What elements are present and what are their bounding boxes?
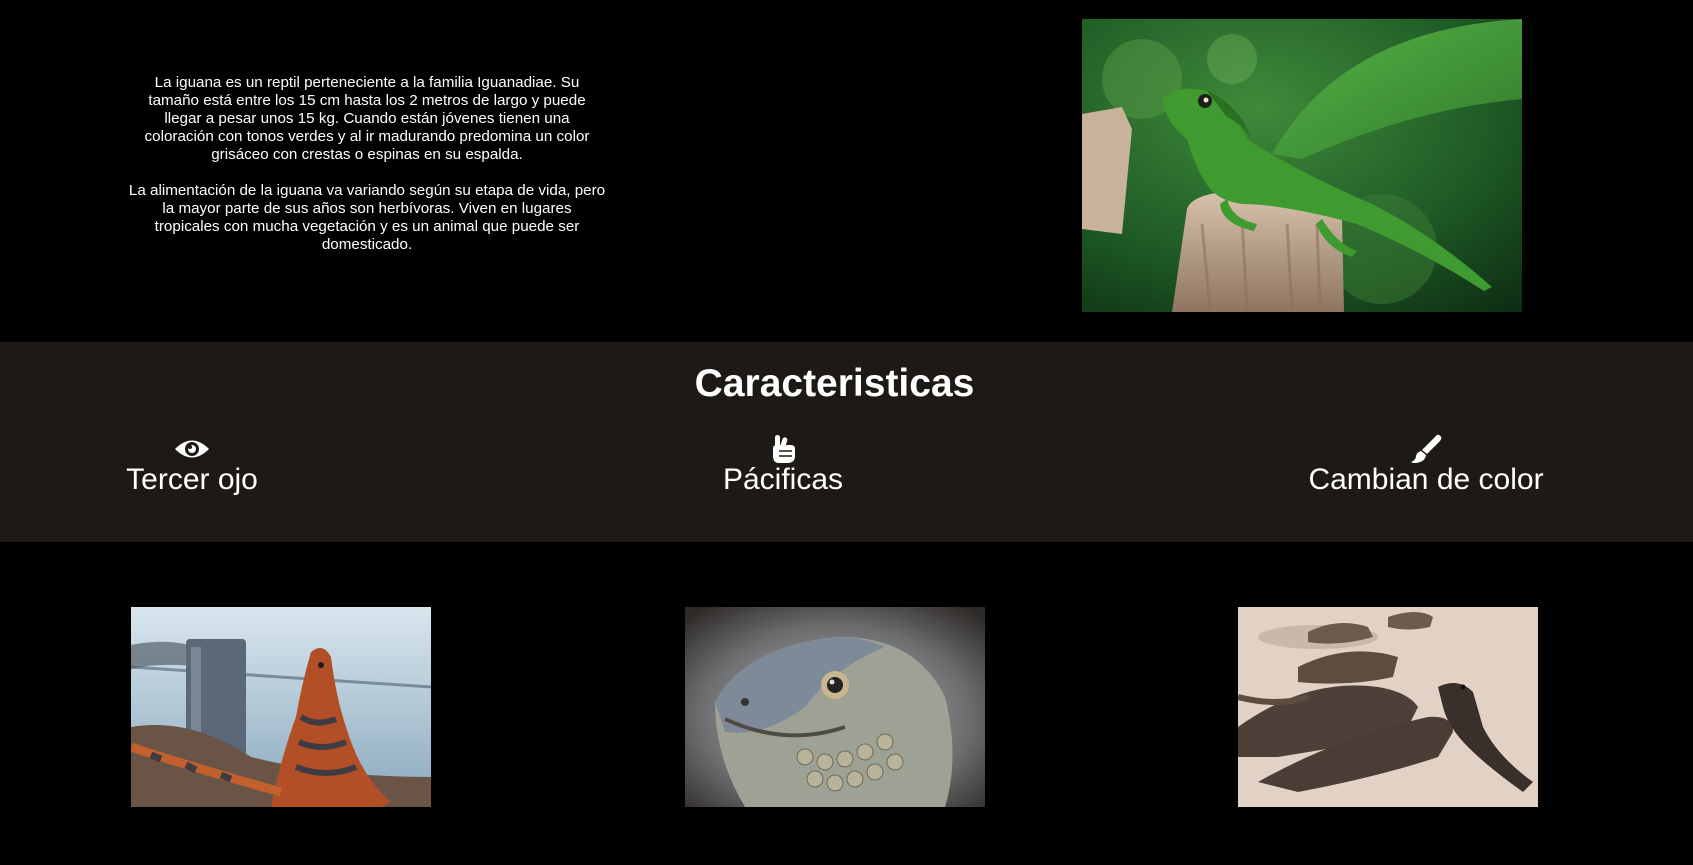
gray-iguana-closeup-photo — [685, 607, 985, 807]
features-section: Caracteristicas Tercer ojo Pácificas Cam… — [0, 342, 1693, 542]
intro-paragraph-2: La alimentación de la iguana va variando… — [128, 182, 606, 253]
eye-icon — [174, 434, 210, 464]
feature-third-eye: Tercer ojo — [125, 434, 259, 498]
feature-label: Tercer ojo — [126, 463, 258, 496]
feature-label: Cambian de color — [1308, 463, 1544, 496]
intro-section: La iguana es un reptil perteneciente a l… — [0, 0, 1693, 342]
intro-text: La iguana es un reptil perteneciente a l… — [128, 74, 606, 272]
green-iguana-photo — [1082, 19, 1522, 312]
feature-label: Pácificas — [722, 463, 844, 496]
paint-brush-icon — [1408, 434, 1444, 464]
intro-paragraph-1: La iguana es un reptil perteneciente a l… — [144, 74, 590, 163]
iguanas-on-beach-photo — [1238, 607, 1538, 807]
orange-iguana-photo — [131, 607, 431, 807]
peace-hand-icon — [765, 434, 801, 464]
features-title: Caracteristicas — [694, 362, 975, 405]
feature-peaceful: Pácificas — [720, 434, 846, 498]
feature-change-color: Cambian de color — [1306, 434, 1546, 498]
